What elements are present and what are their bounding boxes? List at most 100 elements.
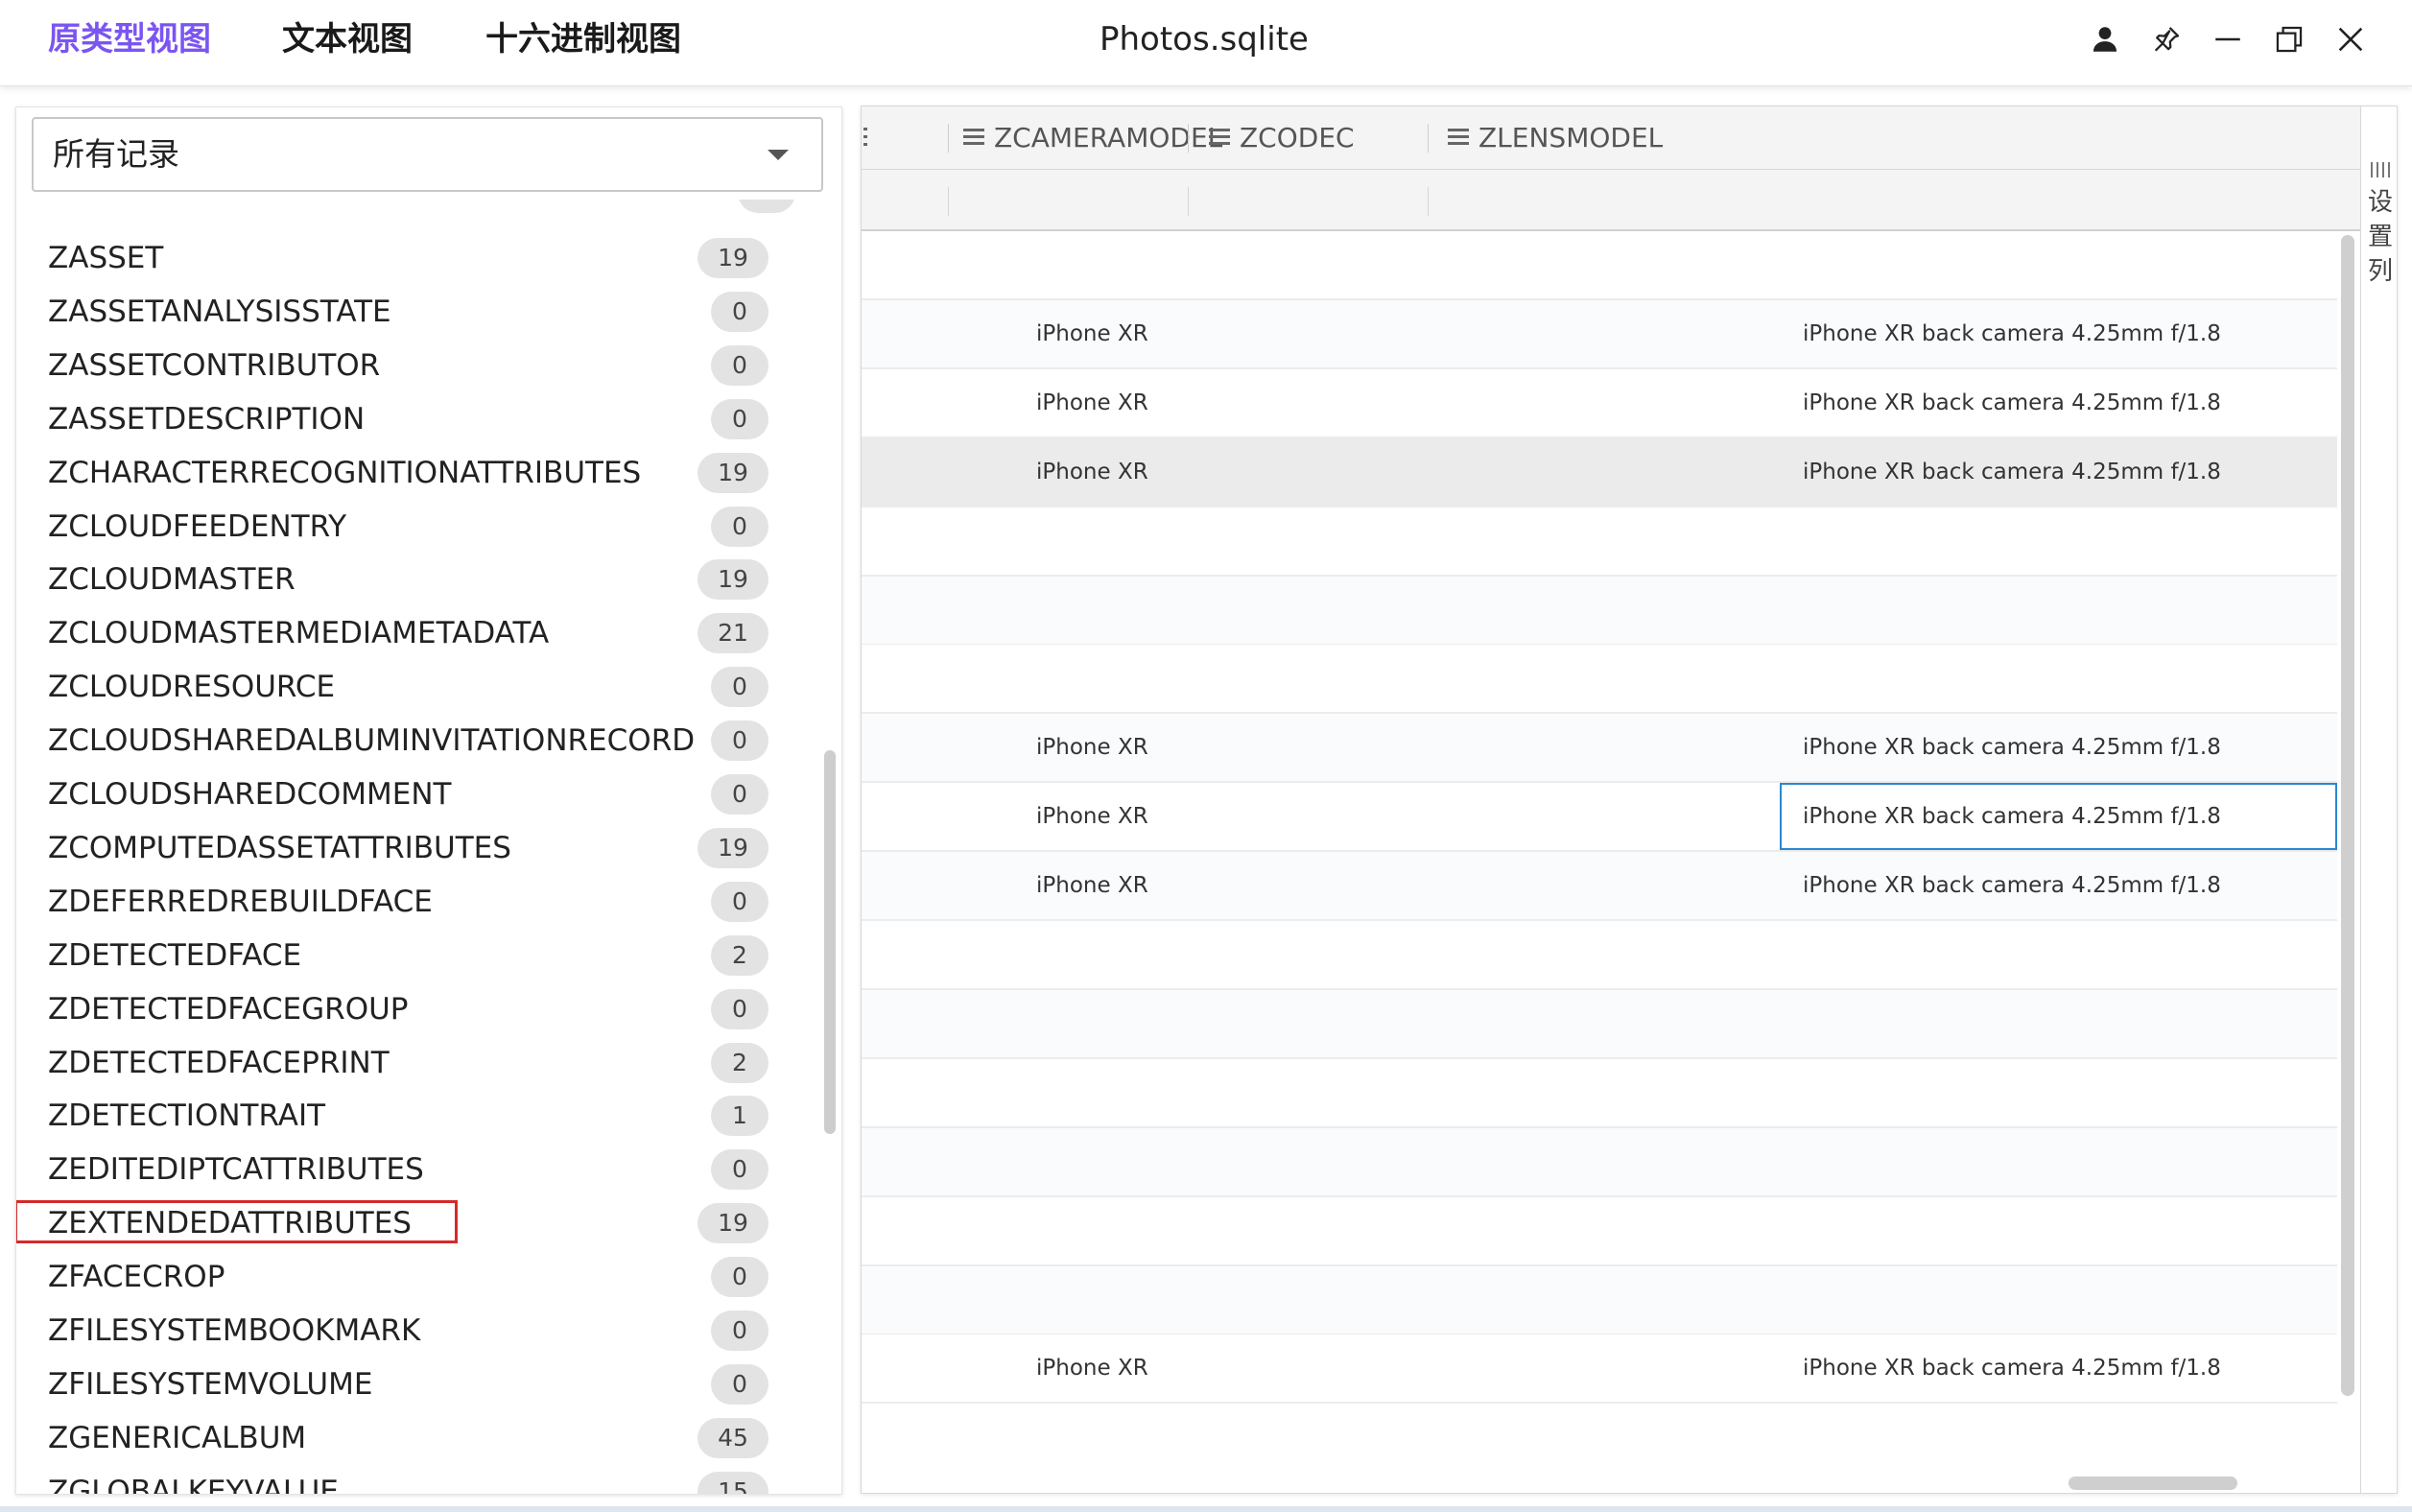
cell-camera-model[interactable] bbox=[1036, 1128, 1410, 1195]
table-list-item[interactable]: ZDETECTEDFACE 2 bbox=[16, 929, 822, 982]
cell-camera-model[interactable]: iPhone XR bbox=[1036, 783, 1410, 850]
column-header-zlensmodel[interactable]: ZLENSMODEL bbox=[1448, 106, 1663, 170]
grid-row[interactable] bbox=[862, 989, 2337, 1059]
cell-camera-model[interactable] bbox=[1036, 577, 1410, 644]
table-list-item[interactable]: ZFILESYSTEMVOLUME 0 bbox=[16, 1358, 822, 1411]
table-list-item[interactable]: ZASSETANALYSISSTATE 0 bbox=[16, 285, 822, 339]
cell-lens-model[interactable] bbox=[1803, 990, 2330, 1057]
minimize-button[interactable] bbox=[2207, 18, 2249, 60]
cell-lens-model[interactable]: iPhone XR back camera 4.25mm f/1.8 bbox=[1803, 714, 2330, 781]
cell-camera-model[interactable] bbox=[1036, 921, 1410, 988]
table-list-item[interactable]: ZDEFERREDREBUILDFACE 0 bbox=[16, 875, 822, 929]
cell-lens-model[interactable] bbox=[1803, 231, 2330, 298]
grid-row[interactable]: iPhone XR iPhone XR back camera 4.25mm f/… bbox=[862, 852, 2337, 922]
grid-row[interactable]: iPhone XR iPhone XR back camera 4.25mm f/… bbox=[862, 299, 2337, 369]
table-list-item[interactable]: ZDETECTEDFACEGROUP 0 bbox=[16, 982, 822, 1036]
table-list-item[interactable]: ZCHARACTERRECOGNITIONATTRIBUTES 19 bbox=[16, 446, 822, 500]
cell-camera-model[interactable]: iPhone XR bbox=[1036, 852, 1410, 919]
cell-camera-model[interactable]: iPhone XR bbox=[1036, 369, 1410, 437]
scrollbar-thumb[interactable] bbox=[824, 750, 836, 1134]
table-list[interactable]: ZASSET 19 ZASSETANALYSISSTATE 0 ZASSETCONTRI… bbox=[16, 200, 828, 1494]
cell-lens-model[interactable] bbox=[1803, 921, 2330, 988]
table-list-item[interactable]: ZFILESYSTEMBOOKMARK 0 bbox=[16, 1304, 822, 1358]
column-settings-button[interactable]: 设置列 bbox=[2360, 106, 2397, 1493]
column-header-zcodec[interactable]: ZCODEC bbox=[1209, 106, 1355, 170]
cell-camera-model[interactable]: iPhone XR bbox=[1036, 438, 1410, 506]
table-list-item[interactable]: ZFACECROP 0 bbox=[16, 1250, 822, 1304]
grid-row[interactable] bbox=[862, 645, 2337, 715]
pin-button[interactable] bbox=[2145, 18, 2187, 60]
cell-lens-model[interactable] bbox=[1803, 1059, 2330, 1126]
table-name: ZEXTENDEDATTRIBUTES bbox=[48, 1206, 412, 1241]
cell-camera-model[interactable] bbox=[1036, 1059, 1410, 1126]
record-filter-dropdown[interactable]: 所有记录 bbox=[32, 117, 823, 192]
grid-row[interactable]: iPhone XR iPhone XR back camera 4.25mm f/… bbox=[862, 783, 2337, 853]
table-list-item[interactable]: ZCLOUDMASTERMEDIAMETADATA 21 bbox=[16, 606, 822, 660]
grid-row[interactable] bbox=[862, 1265, 2337, 1335]
cell-camera-model[interactable]: iPhone XR bbox=[1036, 714, 1410, 781]
table-list-item[interactable]: ZCLOUDSHAREDCOMMENT 0 bbox=[16, 768, 822, 821]
grid-row[interactable] bbox=[862, 507, 2337, 577]
grid-body[interactable]: iPhone XR iPhone XR back camera 4.25mm f/… bbox=[862, 231, 2337, 1493]
cell-camera-model[interactable] bbox=[1036, 231, 1410, 298]
cell-lens-model[interactable] bbox=[1803, 1128, 2330, 1195]
grid-row[interactable]: iPhone XR iPhone XR back camera 4.25mm f/… bbox=[862, 368, 2337, 438]
cell-lens-model[interactable]: iPhone XR back camera 4.25mm f/1.8 bbox=[1803, 852, 2330, 919]
grid-row[interactable] bbox=[862, 1058, 2337, 1128]
cell-camera-model[interactable] bbox=[1036, 1197, 1410, 1264]
vertical-scrollbar-thumb[interactable] bbox=[2341, 235, 2354, 1396]
count-badge: 0 bbox=[711, 1257, 769, 1298]
column-filter-row[interactable] bbox=[862, 170, 2360, 231]
cell-lens-model[interactable] bbox=[1803, 645, 2330, 712]
grid-row[interactable]: iPhone XR iPhone XR back camera 4.25mm f/… bbox=[862, 714, 2337, 784]
table-list-item[interactable]: ZCLOUDMASTER 19 bbox=[16, 553, 822, 606]
tab-raw-type-view[interactable]: 原类型视图 bbox=[48, 13, 211, 65]
cell-camera-model[interactable] bbox=[1036, 990, 1410, 1057]
horizontal-scrollbar-thumb[interactable] bbox=[2069, 1477, 2237, 1490]
cell-lens-model[interactable]: iPhone XR back camera 4.25mm f/1.8 bbox=[1803, 300, 2330, 367]
user-button[interactable] bbox=[2084, 18, 2126, 60]
cell-lens-model[interactable] bbox=[1803, 577, 2330, 644]
grid-row[interactable] bbox=[862, 921, 2337, 990]
column-separator[interactable] bbox=[948, 124, 949, 153]
close-button[interactable] bbox=[2329, 18, 2372, 60]
table-list-item[interactable]: ZGENERICALBUM 45 bbox=[16, 1411, 822, 1465]
column-header-zcameramodel[interactable]: ZCAMERAMODEL bbox=[963, 106, 1222, 170]
table-list-item[interactable]: ZASSETDESCRIPTION 0 bbox=[16, 392, 822, 446]
table-list-scrollbar[interactable] bbox=[824, 750, 838, 1134]
cell-lens-model[interactable]: iPhone XR back camera 4.25mm f/1.8 bbox=[1780, 783, 2337, 851]
cell-lens-model[interactable]: iPhone XR back camera 4.25mm f/1.8 bbox=[1803, 1335, 2330, 1402]
tab-text-view[interactable]: 文本视图 bbox=[282, 13, 413, 65]
table-list-item[interactable]: ZCLOUDSHAREDALBUMINVITATIONRECORD 0 bbox=[16, 714, 822, 768]
grid-row[interactable] bbox=[862, 231, 2337, 300]
table-list-item[interactable]: ZDETECTIONTRAIT 1 bbox=[16, 1089, 822, 1143]
cell-lens-model[interactable]: iPhone XR back camera 4.25mm f/1.8 bbox=[1803, 438, 2330, 506]
maximize-button[interactable] bbox=[2268, 18, 2310, 60]
grid-row[interactable]: iPhone XR iPhone XR back camera 4.25mm f/… bbox=[862, 437, 2337, 508]
cell-camera-model[interactable] bbox=[1036, 508, 1410, 575]
table-list-item[interactable]: ZDETECTEDFACEPRINT 2 bbox=[16, 1036, 822, 1090]
cell-camera-model[interactable] bbox=[1036, 645, 1410, 712]
cell-lens-model[interactable] bbox=[1803, 1197, 2330, 1264]
grid-row[interactable] bbox=[862, 576, 2337, 646]
cell-lens-model[interactable] bbox=[1803, 1266, 2330, 1334]
table-list-item[interactable]: ZASSETCONTRIBUTOR 0 bbox=[16, 339, 822, 392]
cell-lens-model[interactable]: iPhone XR back camera 4.25mm f/1.8 bbox=[1803, 369, 2330, 437]
column-separator[interactable] bbox=[1428, 124, 1429, 153]
grid-row[interactable]: iPhone XR iPhone XR back camera 4.25mm f/… bbox=[862, 1335, 2337, 1405]
table-list-item[interactable]: ZGLOBALKEYVALUE 15 bbox=[16, 1465, 822, 1494]
cell-lens-model[interactable] bbox=[1803, 508, 2330, 575]
table-list-item[interactable]: ZEXTENDEDATTRIBUTES 19 bbox=[16, 1196, 822, 1250]
tab-hex-view[interactable]: 十六进制视图 bbox=[485, 13, 681, 65]
table-list-item[interactable]: ZCLOUDRESOURCE 0 bbox=[16, 660, 822, 714]
table-list-item[interactable]: ZCOMPUTEDASSETATTRIBUTES 19 bbox=[16, 821, 822, 875]
table-list-item[interactable]: ZEDITEDIPTCATTRIBUTES 0 bbox=[16, 1143, 822, 1196]
cell-camera-model[interactable]: iPhone XR bbox=[1036, 300, 1410, 367]
grid-row[interactable] bbox=[862, 1127, 2337, 1197]
cell-camera-model[interactable] bbox=[1036, 1266, 1410, 1334]
table-list-item[interactable]: ZASSET 19 bbox=[16, 231, 822, 285]
grid-row[interactable] bbox=[862, 1196, 2337, 1266]
table-list-item[interactable]: ZCLOUDFEEDENTRY 0 bbox=[16, 500, 822, 554]
column-separator[interactable] bbox=[1188, 124, 1189, 153]
cell-camera-model[interactable]: iPhone XR bbox=[1036, 1335, 1410, 1402]
